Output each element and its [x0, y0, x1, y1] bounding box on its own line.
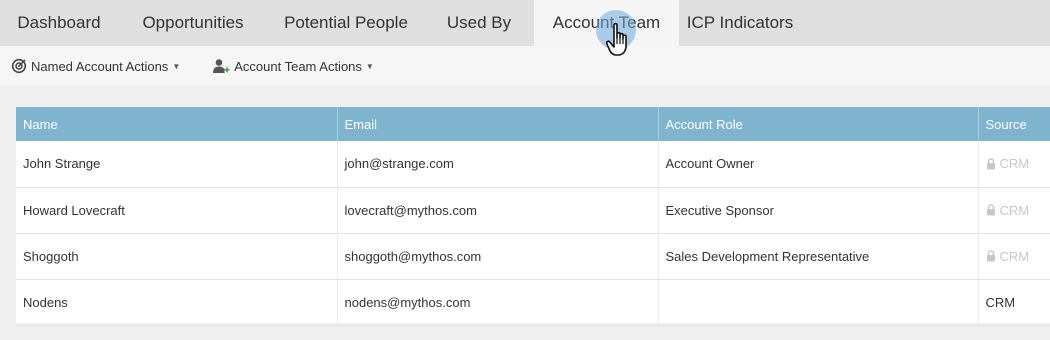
named-account-actions-button[interactable]: Named Account Actions ▼	[11, 52, 180, 80]
source-label: CRM	[999, 202, 1030, 218]
source-label: CRM	[999, 248, 1030, 264]
cell-role: Account Owner	[658, 141, 979, 188]
caret-down-icon: ▼	[172, 61, 181, 71]
table-row[interactable]: Howard Lovecraft lovecraft@mythos.com Ex…	[16, 187, 1050, 234]
cell-source: CRM	[978, 279, 1050, 326]
cell-source: CRM	[978, 141, 1050, 188]
cell-email: john@strange.com	[337, 141, 659, 188]
cell-email: nodens@mythos.com	[337, 279, 659, 326]
caret-down-icon: ▼	[365, 61, 374, 71]
cell-name: Shoggoth	[16, 233, 338, 280]
cell-name: Nodens	[16, 279, 338, 326]
column-header-account-role[interactable]: Account Role	[658, 107, 979, 141]
tab-icp-indicators[interactable]: ICP Indicators	[679, 0, 801, 46]
table-row[interactable]: Nodens nodens@mythos.com CRM	[16, 279, 1050, 326]
account-team-actions-label: Account Team Actions	[234, 58, 362, 74]
cell-role: Sales Development Representative	[658, 233, 979, 280]
lock-icon	[986, 158, 995, 170]
account-team-table: Name Email Account Role Source John Stra…	[16, 107, 1050, 326]
cell-email: lovecraft@mythos.com	[337, 187, 659, 234]
table-row[interactable]: John Strange john@strange.com Account Ow…	[16, 141, 1050, 188]
tab-used-by[interactable]: Used By	[424, 0, 534, 46]
target-icon	[11, 58, 27, 74]
tab-dashboard[interactable]: Dashboard	[0, 0, 118, 46]
cell-email: shoggoth@mythos.com	[337, 233, 659, 280]
cell-name: John Strange	[16, 141, 338, 188]
column-header-source[interactable]: Source	[978, 107, 1050, 141]
lock-icon	[986, 250, 995, 262]
tab-bar: Dashboard Opportunities Potential People…	[0, 0, 1050, 46]
tab-potential-people[interactable]: Potential People	[268, 0, 424, 46]
source-label: CRM	[999, 156, 1030, 172]
add-user-icon	[213, 59, 230, 73]
named-account-actions-label: Named Account Actions	[31, 58, 169, 74]
cell-role: Executive Sponsor	[658, 187, 979, 234]
cell-role	[658, 279, 979, 326]
column-header-email[interactable]: Email	[337, 107, 659, 141]
tab-opportunities[interactable]: Opportunities	[118, 0, 268, 46]
lock-icon	[986, 204, 995, 216]
table-header-row: Name Email Account Role Source	[16, 107, 1050, 141]
column-header-name[interactable]: Name	[16, 107, 338, 141]
cell-source: CRM	[978, 233, 1050, 280]
toolbar: Named Account Actions ▼ Account Team Act…	[0, 46, 1050, 86]
table-row[interactable]: Shoggoth shoggoth@mythos.com Sales Devel…	[16, 233, 1050, 280]
cell-name: Howard Lovecraft	[16, 187, 338, 234]
cell-source: CRM	[978, 187, 1050, 234]
tab-account-team[interactable]: Account Team	[534, 0, 679, 46]
account-team-actions-button[interactable]: Account Team Actions ▼	[212, 52, 374, 80]
